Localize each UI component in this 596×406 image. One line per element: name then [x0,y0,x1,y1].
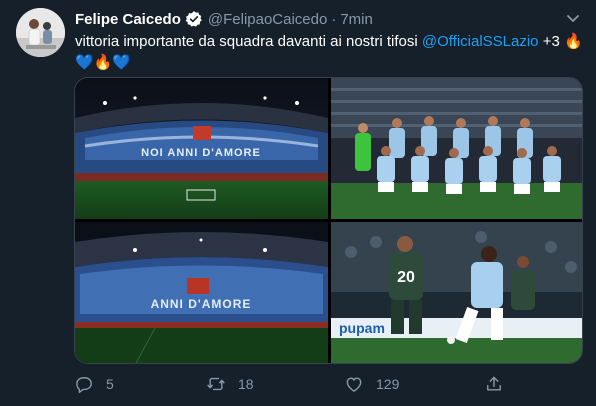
reply-count: 5 [106,376,114,392]
stadium-choreography-photo[interactable]: NOI ANNI D'AMORE [75,78,328,219]
tweet-header: Felipe Caicedo @FelipaoCaicedo · 7min [75,9,373,29]
retweet-icon [207,377,225,391]
retweet-button[interactable]: 18 [206,372,254,396]
separator-dot: · [331,10,337,28]
like-icon [346,377,362,392]
tweet[interactable]: Felipe Caicedo @FelipaoCaicedo · 7min vi… [0,0,596,406]
match-action-photo[interactable]: pupam 20 [331,222,582,363]
team-photo[interactable] [331,78,582,219]
tweet-text: vittoria importante da squadra davanti a… [75,31,590,73]
tweet-text-suffix: +3 [538,33,564,50]
retweet-count: 18 [238,376,254,392]
avatar[interactable] [16,8,65,57]
jersey-number: 20 [397,269,415,286]
fire-emoji: 🔥 [563,32,583,50]
blue-heart-emoji: 💙 [112,53,132,71]
banner-text: ANNI D'AMORE [151,297,252,311]
media-grid: NOI ANNI D'AMORE ANNI D'AMORE pupam 20 [74,77,583,364]
fire-emoji: 🔥 [93,53,113,71]
banner-text: NOI ANNI D'AMORE [141,147,261,159]
timestamp[interactable]: 7min [340,11,373,28]
share-icon [487,376,501,391]
tweet-actions: 5 18 129 [74,372,514,396]
chevron-down-icon[interactable] [565,10,581,26]
mention-link[interactable]: @OfficialSSLazio [422,33,539,50]
reply-button[interactable]: 5 [74,372,114,396]
verified-badge-icon [185,10,203,28]
blue-heart-emoji: 💙 [75,53,94,71]
ad-board-text: pupam [339,320,385,336]
tweet-text-main: vittoria importante da squadra davanti a… [75,33,422,50]
like-button[interactable]: 129 [344,372,399,396]
reply-icon [76,377,92,394]
like-count: 129 [376,376,400,392]
share-button[interactable] [484,372,516,396]
display-name[interactable]: Felipe Caicedo [75,11,181,28]
stadium-choreography-wide-photo[interactable]: ANNI D'AMORE [75,222,328,363]
user-handle[interactable]: @FelipaoCaicedo [208,11,327,28]
